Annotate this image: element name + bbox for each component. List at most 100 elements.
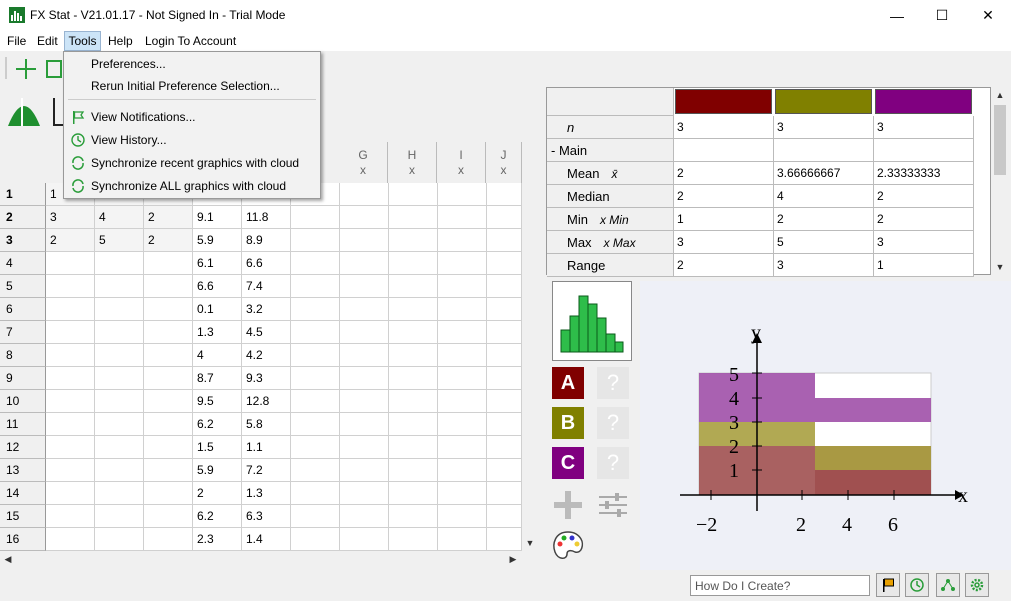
table-cell[interactable]: 1.4 — [242, 528, 291, 551]
table-cell[interactable] — [291, 252, 340, 275]
table-cell[interactable] — [291, 459, 340, 482]
scroll-left-arrow[interactable]: ◀ — [0, 551, 16, 567]
help-search-input[interactable]: How Do I Create? — [690, 575, 870, 596]
stat-value[interactable] — [874, 139, 974, 162]
menu-item-sync-all[interactable]: Synchronize ALL graphics with cloud — [91, 179, 286, 193]
table-cell[interactable] — [291, 367, 340, 390]
table-cell[interactable] — [487, 367, 522, 390]
table-cell[interactable] — [389, 367, 438, 390]
table-cell[interactable]: 5.8 — [242, 413, 291, 436]
menu-help[interactable]: Help — [108, 34, 133, 48]
table-cell[interactable] — [46, 528, 95, 551]
table-cell[interactable] — [95, 367, 144, 390]
table-cell[interactable] — [438, 459, 487, 482]
axis-icon[interactable] — [50, 96, 64, 130]
table-cell[interactable] — [389, 413, 438, 436]
menu-item-view-notifications[interactable]: View Notifications... — [91, 110, 196, 124]
table-cell[interactable] — [144, 528, 193, 551]
table-cell[interactable] — [95, 505, 144, 528]
table-cell[interactable]: 6.6 — [242, 252, 291, 275]
table-cell[interactable] — [438, 321, 487, 344]
table-cell[interactable] — [340, 505, 389, 528]
table-cell[interactable] — [340, 413, 389, 436]
table-cell[interactable] — [340, 436, 389, 459]
table-cell[interactable] — [46, 436, 95, 459]
table-cell[interactable]: 6.2 — [193, 505, 242, 528]
table-cell[interactable] — [46, 321, 95, 344]
table-cell[interactable] — [46, 482, 95, 505]
dataset-a-unknown[interactable]: ? — [597, 367, 629, 399]
settings-sliders-icon[interactable] — [597, 491, 629, 519]
table-cell[interactable] — [487, 528, 522, 551]
table-cell[interactable] — [144, 321, 193, 344]
stats-scroll-up-arrow[interactable]: ▲ — [992, 87, 1008, 103]
table-cell[interactable] — [438, 367, 487, 390]
table-cell[interactable] — [438, 275, 487, 298]
table-cell[interactable] — [389, 390, 438, 413]
table-cell[interactable]: 9.5 — [193, 390, 242, 413]
stats-scroll-thumb[interactable] — [994, 105, 1006, 175]
row-header[interactable]: 6 — [0, 298, 46, 321]
table-cell[interactable] — [46, 390, 95, 413]
stat-value[interactable]: 5 — [774, 231, 874, 254]
table-cell[interactable] — [389, 298, 438, 321]
column-header[interactable]: Ix — [437, 142, 486, 183]
table-cell[interactable] — [487, 390, 522, 413]
stat-row-label[interactable]: Mean x̄ — [547, 162, 674, 185]
table-cell[interactable] — [144, 390, 193, 413]
table-cell[interactable] — [95, 528, 144, 551]
table-cell[interactable]: 8.7 — [193, 367, 242, 390]
table-cell[interactable] — [487, 482, 522, 505]
table-cell[interactable] — [291, 298, 340, 321]
table-cell[interactable] — [438, 252, 487, 275]
stat-value[interactable]: 2 — [674, 185, 774, 208]
stat-value[interactable]: 1 — [874, 254, 974, 277]
table-cell[interactable] — [438, 390, 487, 413]
table-cell[interactable]: 8.9 — [242, 229, 291, 252]
table-cell[interactable] — [438, 229, 487, 252]
table-cell[interactable] — [46, 298, 95, 321]
table-cell[interactable] — [291, 390, 340, 413]
table-cell[interactable] — [438, 298, 487, 321]
table-cell[interactable] — [46, 275, 95, 298]
table-cell[interactable] — [46, 344, 95, 367]
flag-button[interactable] — [876, 573, 900, 597]
table-cell[interactable] — [389, 275, 438, 298]
table-cell[interactable]: 6.2 — [193, 413, 242, 436]
stat-row-label[interactable]: Max x Max — [547, 231, 674, 254]
table-cell[interactable] — [291, 321, 340, 344]
row-header[interactable]: 16 — [0, 528, 46, 551]
column-header[interactable]: Gx — [339, 142, 388, 183]
table-cell[interactable] — [291, 505, 340, 528]
table-cell[interactable] — [487, 183, 522, 206]
stat-value[interactable]: 2 — [674, 162, 774, 185]
stat-row-label[interactable]: Min x Min — [547, 208, 674, 231]
table-cell[interactable] — [144, 344, 193, 367]
table-cell[interactable]: 4.5 — [242, 321, 291, 344]
table-cell[interactable] — [389, 206, 438, 229]
row-header[interactable]: 4 — [0, 252, 46, 275]
stat-value[interactable]: 4 — [774, 185, 874, 208]
table-cell[interactable] — [144, 298, 193, 321]
table-cell[interactable] — [487, 298, 522, 321]
stat-value[interactable]: 2 — [874, 185, 974, 208]
table-cell[interactable] — [95, 275, 144, 298]
table-cell[interactable] — [487, 436, 522, 459]
stat-value[interactable]: 2 — [874, 208, 974, 231]
row-header[interactable]: 15 — [0, 505, 46, 528]
stats-vertical-scrollbar[interactable]: ▲ ▼ — [991, 87, 1009, 275]
menu-file[interactable]: File — [7, 34, 26, 48]
settings-button[interactable] — [965, 573, 989, 597]
palette-icon[interactable] — [551, 530, 585, 562]
dataset-a-button[interactable]: A — [552, 367, 584, 399]
histogram-graphic-tile[interactable] — [552, 281, 632, 361]
table-cell[interactable]: 5 — [95, 229, 144, 252]
table-cell[interactable]: 12.8 — [242, 390, 291, 413]
table-cell[interactable]: 2 — [144, 206, 193, 229]
row-header[interactable]: 14 — [0, 482, 46, 505]
stat-value[interactable]: 2.33333333 — [874, 162, 974, 185]
table-cell[interactable] — [291, 229, 340, 252]
menu-login[interactable]: Login To Account — [145, 34, 236, 48]
distribution-icon[interactable] — [6, 92, 42, 130]
stat-value[interactable]: 3 — [774, 254, 874, 277]
